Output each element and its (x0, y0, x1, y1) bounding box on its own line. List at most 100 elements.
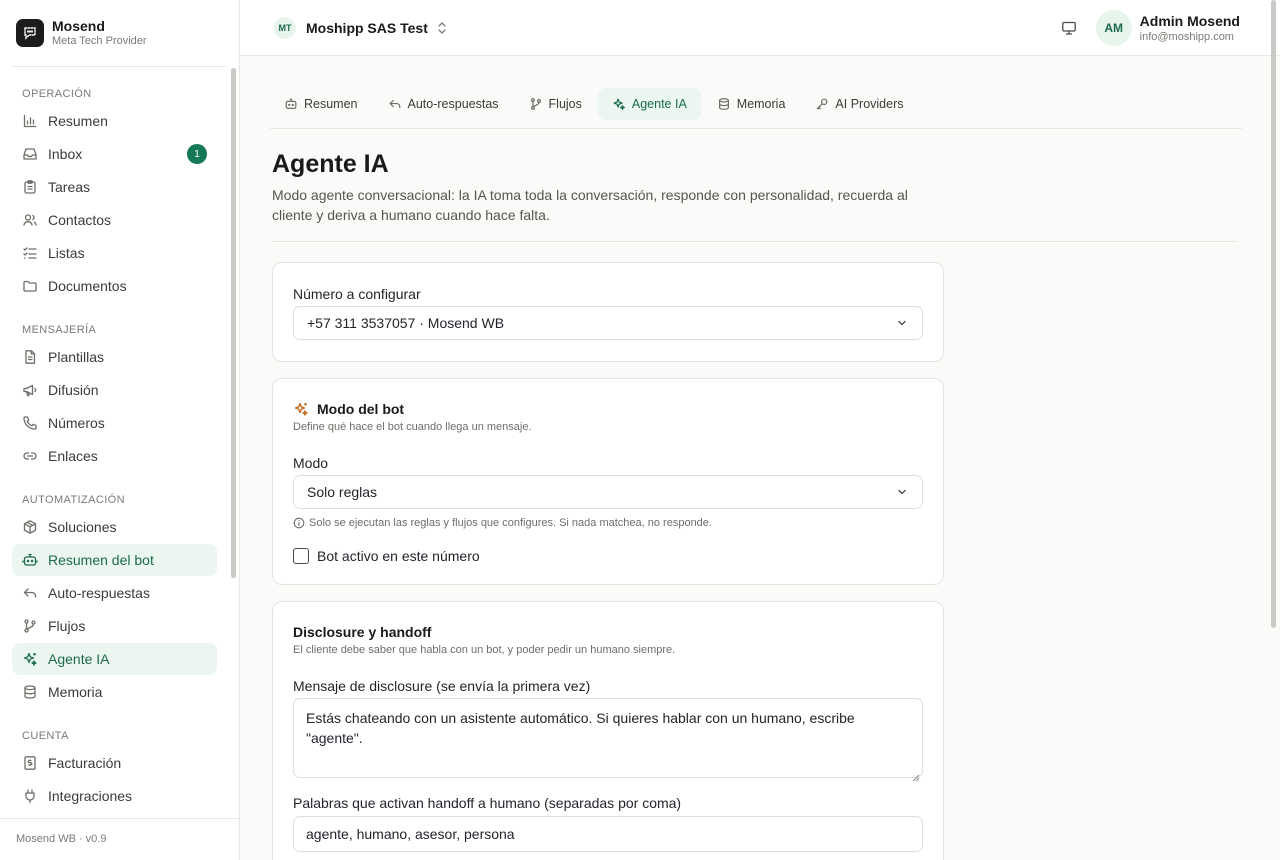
sidebar-item-facturacion[interactable]: Facturación (12, 747, 217, 779)
key-icon (815, 97, 829, 111)
tab-label: Memoria (736, 97, 786, 111)
tab-label: Flujos (548, 97, 582, 111)
brand[interactable]: Mosend Meta Tech Provider (16, 18, 147, 48)
sidebar-item-integraciones[interactable]: Integraciones (12, 780, 217, 812)
database-icon (22, 684, 38, 700)
sidebar-item-label: Documentos (48, 278, 127, 294)
resize-handle-icon[interactable] (912, 767, 920, 782)
user-name: Admin Mosend (1139, 12, 1240, 29)
folder-icon (22, 278, 38, 294)
sidebar-item-label: Tareas (48, 179, 91, 195)
tab-auto-respuestas[interactable]: Auto-respuestas (374, 88, 513, 120)
bot-tabs: Resumen Auto-respuestas Flujos Agente IA… (270, 88, 1242, 129)
sidebar-item-plantillas[interactable]: Plantillas (12, 341, 217, 373)
sidebar-item-label: Auto-respuestas (48, 585, 150, 601)
phone-icon (22, 415, 38, 431)
sidebar-nav: OPERACIÓN Resumen Inbox 1 Tareas Contact… (12, 76, 218, 818)
sidebar-item-difusion[interactable]: Difusión (12, 374, 217, 406)
mode-label: Modo (293, 455, 329, 471)
topbar: MT Moshipp SAS Test AM Admin Mosend info… (240, 0, 1280, 56)
tab-memoria[interactable]: Memoria (703, 88, 800, 120)
sidebar-item-tareas[interactable]: Tareas (12, 171, 217, 203)
info-icon (293, 517, 305, 529)
mode-select[interactable]: Solo reglas (293, 475, 923, 509)
sidebar-item-contactos[interactable]: Contactos (12, 204, 217, 236)
sidebar-item-label: Listas (48, 245, 85, 261)
disclosure-title: Disclosure y handoff (293, 624, 432, 640)
sidebar-item-enlaces[interactable]: Enlaces (12, 440, 217, 472)
sidebar-item-resumen-del-bot[interactable]: Resumen del bot (12, 544, 217, 576)
nav-section-mensajeria: MENSAJERÍA (22, 324, 97, 336)
link-icon (22, 448, 38, 464)
sidebar-item-label: Facturación (48, 755, 122, 771)
user-avatar[interactable]: AM (1095, 10, 1132, 46)
mode-select-value: Solo reglas (307, 484, 378, 500)
disclosure-subtitle: El cliente debe saber que habla con un b… (293, 644, 676, 656)
sidebar-item-label: Plantillas (48, 349, 105, 365)
bot-active-label: Bot activo en este número (317, 548, 480, 564)
sidebar-item-soluciones[interactable]: Soluciones (12, 511, 217, 543)
disclosure-message-textarea[interactable]: Estás chateando con un asistente automát… (293, 698, 923, 782)
bot-mode-card: Modo del bot Define qué hace el bot cuan… (272, 378, 944, 585)
receipt-icon (22, 755, 38, 771)
sidebar-item-resumen[interactable]: Resumen (12, 105, 217, 137)
tab-label: Resumen (304, 97, 358, 111)
tab-ai-providers[interactable]: AI Providers (801, 88, 917, 120)
sidebar-item-label: Resumen del bot (48, 552, 154, 568)
page-description: Modo agente conversacional: la IA toma t… (272, 187, 908, 223)
sidebar-item-label: Difusión (48, 382, 99, 398)
chevron-down-icon (896, 317, 908, 329)
tab-resumen[interactable]: Resumen (270, 88, 372, 120)
bot-active-checkbox[interactable] (293, 548, 309, 564)
sidebar-item-label: Memoria (48, 684, 103, 700)
workspace-switcher[interactable]: MT Moshipp SAS Test (274, 16, 448, 40)
bot-mode-title: Modo del bot (317, 401, 405, 417)
sidebar-item-label: Integraciones (48, 788, 133, 804)
chevrons-up-down-icon (436, 21, 448, 35)
package-icon (22, 519, 38, 535)
sidebar-item-inbox[interactable]: Inbox 1 (12, 138, 217, 170)
sidebar-item-label: Enlaces (48, 448, 98, 464)
bot-icon (22, 552, 38, 568)
divider (272, 241, 1238, 242)
sidebar-item-flujos[interactable]: Flujos (12, 610, 217, 642)
sidebar-item-label: Contactos (48, 212, 112, 228)
main-scrollbar[interactable] (1271, 0, 1276, 628)
sidebar-item-memoria[interactable]: Memoria (12, 676, 217, 708)
sidebar-item-agente-ia[interactable]: Agente IA (12, 643, 217, 675)
file-text-icon (22, 349, 38, 365)
workspace-avatar: MT (274, 17, 296, 39)
sparkles-icon (612, 97, 626, 111)
mode-hint-text: Solo se ejecutan las reglas y flujos que… (309, 517, 712, 529)
tab-label: AI Providers (835, 97, 904, 111)
tab-agente-ia[interactable]: Agente IA (597, 88, 701, 120)
sidebar-item-label: Soluciones (48, 519, 117, 535)
sidebar-item-documentos[interactable]: Documentos (12, 270, 217, 302)
brand-name: Mosend (52, 18, 105, 34)
tab-label: Auto-respuestas (407, 97, 499, 111)
tab-flujos[interactable]: Flujos (515, 88, 596, 120)
sidebar-item-listas[interactable]: Listas (12, 237, 217, 269)
disclosure-message-label: Mensaje de disclosure (se envía la prime… (293, 678, 591, 694)
handoff-keywords-input[interactable]: agente, humano, asesor, persona (293, 816, 923, 852)
reply-icon (388, 97, 402, 111)
divider (12, 66, 226, 67)
disclosure-message-value: Estás chateando con un asistente automát… (306, 710, 855, 746)
bot-mode-header: Modo del bot (293, 401, 404, 417)
sidebar-item-numeros[interactable]: Números (12, 407, 217, 439)
monitor-icon[interactable] (1058, 17, 1080, 39)
nav-section-operacion: OPERACIÓN (22, 88, 92, 100)
sparkles-icon (293, 401, 309, 417)
page-title: Agente IA (272, 150, 389, 178)
bot-active-toggle[interactable]: Bot activo en este número (293, 548, 480, 564)
mode-hint: Solo se ejecutan las reglas y flujos que… (293, 517, 712, 529)
plug-icon (22, 788, 38, 804)
sidebar-item-label: Inbox (48, 146, 83, 162)
number-select[interactable]: +57 311 3537057 · Mosend WB (293, 306, 923, 340)
sidebar-item-auto-respuestas[interactable]: Auto-respuestas (12, 577, 217, 609)
mosend-logo-icon (16, 19, 44, 47)
sidebar-item-label: Números (48, 415, 105, 431)
sidebar-scrollbar[interactable] (231, 68, 236, 578)
git-branch-icon (529, 97, 543, 111)
megaphone-icon (22, 382, 38, 398)
